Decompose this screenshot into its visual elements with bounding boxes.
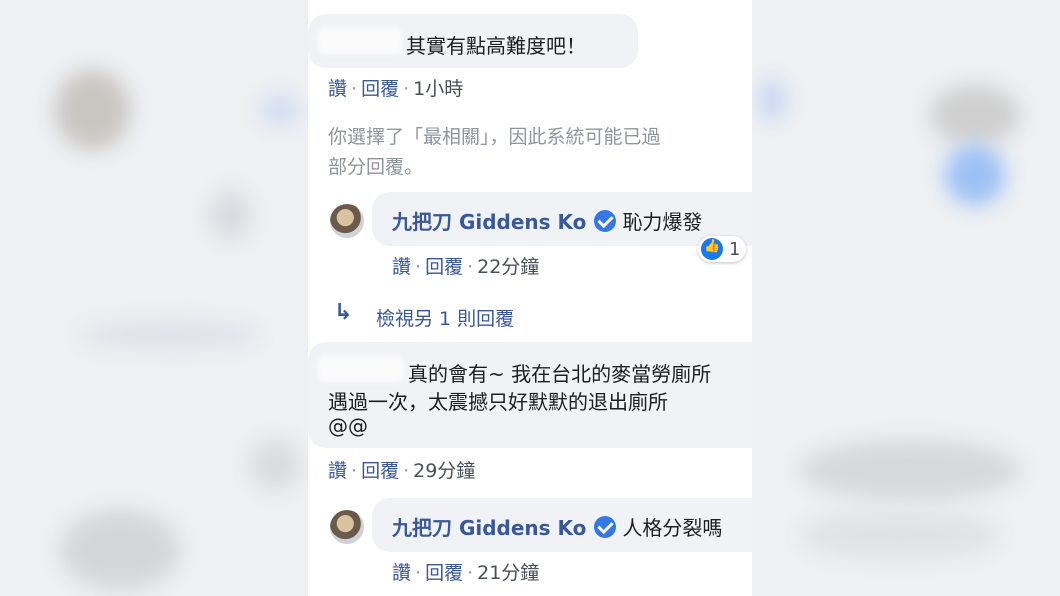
reply-link[interactable]: 回覆 <box>425 562 463 584</box>
reply-link[interactable]: 回覆 <box>361 78 399 100</box>
verified-badge-icon <box>594 210 617 232</box>
comment-actions: 讚 · 回覆 · 29分鐘 <box>328 460 476 482</box>
like-link[interactable]: 讚 <box>392 562 411 584</box>
comment-text-line-2: 遇過一次，太震撼只好默默的退出廁所 <box>328 390 668 414</box>
comment-text: 其實有點高難度吧！ <box>406 34 586 58</box>
reaction-count-badge[interactable]: 1 <box>698 236 747 262</box>
comment-text-line-3: @@ <box>328 414 368 438</box>
reply-content: 九把刀 Giddens Ko 恥力爆發 <box>392 206 702 235</box>
view-more-replies-label: 檢視另 1 則回覆 <box>376 308 515 330</box>
author-name[interactable]: 九把刀 Giddens Ko <box>392 210 586 234</box>
blurred-commenter-name <box>318 356 404 382</box>
reply-content: 九把刀 Giddens Ko 人格分裂嗎 <box>392 512 722 541</box>
timestamp[interactable]: 1小時 <box>413 78 463 100</box>
author-name[interactable]: 九把刀 Giddens Ko <box>392 516 586 540</box>
comment-text-line-1: 真的會有~ 我在台北的麥當勞廁所 <box>408 362 712 386</box>
reply-actions: 讚 · 回覆 · 22分鐘 <box>392 256 540 278</box>
reply-text: 恥力爆發 <box>622 210 703 234</box>
blurred-commenter-name <box>318 28 402 54</box>
timestamp[interactable]: 21分鐘 <box>477 562 539 584</box>
like-link[interactable]: 讚 <box>392 256 411 278</box>
relevance-notice-line-1: 你選擇了「最相關」，因此系統可能已過 <box>328 126 661 148</box>
verified-badge-icon <box>594 516 617 538</box>
timestamp[interactable]: 22分鐘 <box>477 256 539 278</box>
like-reaction-icon <box>701 238 723 260</box>
like-link[interactable]: 讚 <box>328 78 347 100</box>
reply-text: 人格分裂嗎 <box>622 516 723 540</box>
view-more-replies[interactable]: 檢視另 1 則回覆 <box>376 304 514 331</box>
avatar[interactable] <box>330 510 364 544</box>
timestamp[interactable]: 29分鐘 <box>413 460 475 482</box>
avatar[interactable] <box>330 204 364 238</box>
reply-actions: 讚 · 回覆 · 21分鐘 <box>392 562 540 584</box>
reply-link[interactable]: 回覆 <box>425 256 463 278</box>
comment-thread: 其實有點高難度吧！ 讚 · 回覆 · 1小時 你選擇了「最相關」，因此系統可能已過 部分… <box>308 0 752 596</box>
relevance-notice-line-2: 部分回覆。 <box>328 156 424 178</box>
reaction-count: 1 <box>729 238 741 260</box>
like-link[interactable]: 讚 <box>328 460 347 482</box>
comment-actions: 讚 · 回覆 · 1小時 <box>328 78 464 100</box>
reply-link[interactable]: 回覆 <box>361 460 399 482</box>
reply-arrow-icon: ↳ <box>334 300 353 325</box>
